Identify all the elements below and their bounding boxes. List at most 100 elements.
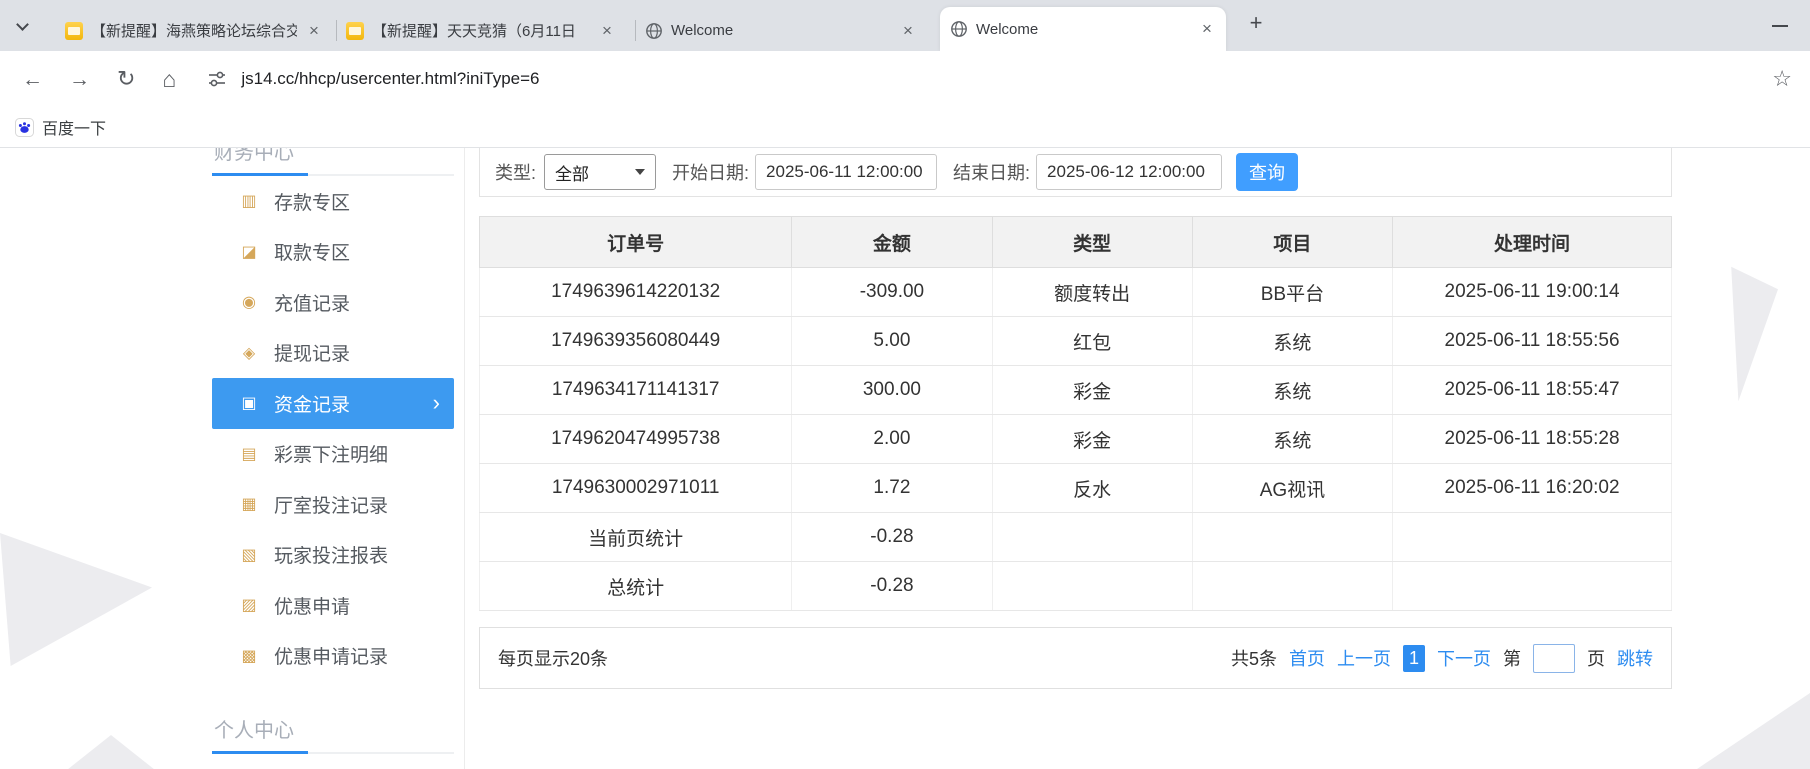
sidebar-item-promo-apply[interactable]: ▨ 优惠申请	[212, 580, 454, 631]
funds-record-table: 订单号 金额 类型 项目 处理时间 1749639614220132 -309.…	[479, 216, 1672, 611]
back-icon[interactable]: ←	[22, 69, 43, 90]
table-cell: 300.00	[792, 366, 992, 415]
sidebar-item-label: 优惠申请记录	[274, 642, 388, 669]
funds-record-icon: ▣	[238, 393, 260, 413]
globe-favicon	[645, 22, 663, 40]
column-header: 订单号	[480, 217, 792, 268]
table-row: 1749634171141317 300.00 彩金 系统 2025-06-11…	[480, 366, 1672, 415]
bookmarks-bar: 百度一下	[0, 107, 1810, 148]
tab-separator	[336, 20, 337, 41]
table-cell	[1192, 513, 1392, 562]
bookmark-star-icon[interactable]: ☆	[1772, 66, 1792, 92]
table-cell	[1393, 513, 1672, 562]
page-jump-input[interactable]	[1533, 644, 1575, 673]
tab-close-icon[interactable]: ×	[899, 22, 917, 40]
new-tab-button[interactable]: +	[1242, 10, 1270, 38]
table-cell: 红包	[992, 317, 1192, 366]
hall-bet-record-icon: ▦	[238, 494, 260, 514]
withdraw-icon: ◪	[238, 242, 260, 262]
sidebar: 财务中心 ▥ 存款专区 ◪ 取款专区 ◉ 充值记录 ◈ 提现记录 ▣ 资金记录 …	[202, 148, 465, 769]
page-jump-link[interactable]: 跳转	[1617, 645, 1653, 671]
promo-record-icon: ▩	[238, 646, 260, 666]
sidebar-item-funds-records[interactable]: ▣ 资金记录 ›	[212, 378, 454, 429]
table-cell: -309.00	[792, 268, 992, 317]
total-count-label: 共5条	[1231, 645, 1277, 671]
sidebar-item-player-bet-report[interactable]: ▧ 玩家投注报表	[212, 530, 454, 581]
tab-separator	[635, 20, 636, 41]
table-cell: -0.28	[792, 562, 992, 611]
pagination-bar: 每页显示20条 共5条 首页 上一页 1 下一页 第 页 跳转	[479, 627, 1672, 689]
sidebar-item-withdraw-zone[interactable]: ◪ 取款专区	[212, 227, 454, 278]
table-row: 1749639614220132 -309.00 额度转出 BB平台 2025-…	[480, 268, 1672, 317]
sidebar-item-hall-bet-records[interactable]: ▦ 厅室投注记录	[212, 479, 454, 530]
sidebar-item-label: 彩票下注明细	[274, 440, 388, 467]
table-cell: 2025-06-11 18:55:56	[1393, 317, 1672, 366]
page-viewport: 财务中心 ▥ 存款专区 ◪ 取款专区 ◉ 充值记录 ◈ 提现记录 ▣ 资金记录 …	[0, 148, 1810, 769]
main-content: 类型: 全部 开始日期: 2025-06-11 12:00:00 结束日期: 2…	[479, 148, 1672, 689]
table-cell: 系统	[1192, 317, 1392, 366]
home-icon[interactable]: ⌂	[162, 68, 176, 91]
column-header: 项目	[1192, 217, 1392, 268]
sidebar-item-withdrawal-records[interactable]: ◈ 提现记录	[212, 328, 454, 379]
sidebar-item-label: 存款专区	[274, 188, 350, 215]
table-cell	[992, 562, 1192, 611]
start-date-input[interactable]: 2025-06-11 12:00:00	[755, 154, 937, 190]
table-cell: 1749634171141317	[480, 366, 792, 415]
sidebar-item-deposit-zone[interactable]: ▥ 存款专区	[212, 176, 454, 227]
decorative-triangle	[1697, 693, 1810, 769]
sidebar-item-label: 提现记录	[274, 339, 350, 366]
table-cell: 2025-06-11 18:55:28	[1393, 415, 1672, 464]
forward-icon[interactable]: →	[69, 69, 90, 90]
tab-close-icon[interactable]: ×	[598, 22, 616, 40]
type-select[interactable]: 全部	[544, 154, 656, 190]
search-button[interactable]: 查询	[1236, 153, 1298, 191]
mail-favicon	[65, 22, 83, 40]
tab-title: 【新提醒】海燕策略论坛综合交	[91, 20, 297, 41]
globe-favicon	[950, 20, 968, 38]
table-cell: 2.00	[792, 415, 992, 464]
table-cell: 系统	[1192, 415, 1392, 464]
prev-page-link[interactable]: 上一页	[1337, 645, 1391, 671]
table-cell	[1393, 562, 1672, 611]
sidebar-section-personal: 个人中心	[212, 707, 454, 754]
browser-tab-active[interactable]: Welcome ×	[940, 7, 1226, 51]
table-cell: 1749630002971011	[480, 464, 792, 513]
sidebar-item-label: 资金记录	[274, 390, 350, 417]
first-page-link[interactable]: 首页	[1289, 645, 1325, 671]
end-date-input[interactable]: 2025-06-12 12:00:00	[1036, 154, 1222, 190]
table-cell: 2025-06-11 19:00:14	[1393, 268, 1672, 317]
table-cell: 系统	[1192, 366, 1392, 415]
table-cell: 总统计	[480, 562, 792, 611]
tab-close-icon[interactable]: ×	[1198, 20, 1216, 38]
type-select-value: 全部	[555, 160, 589, 185]
sidebar-item-label: 取款专区	[274, 238, 350, 265]
bookmark-item-baidu[interactable]: 百度一下	[15, 115, 106, 139]
site-settings-icon[interactable]	[206, 68, 228, 90]
select-caret-icon	[635, 169, 645, 175]
next-page-link[interactable]: 下一页	[1437, 645, 1491, 671]
table-row: 1749630002971011 1.72 反水 AG视讯 2025-06-11…	[480, 464, 1672, 513]
table-cell: 1749639356080449	[480, 317, 792, 366]
browser-tab[interactable]: 【新提醒】天天竞猜（6月11日 ×	[336, 10, 626, 51]
lottery-bet-detail-icon: ▤	[238, 444, 260, 464]
sidebar-item-lottery-bet-details[interactable]: ▤ 彩票下注明细	[212, 429, 454, 480]
minimize-button[interactable]	[1772, 25, 1788, 27]
column-header: 类型	[992, 217, 1192, 268]
sidebar-item-promo-apply-records[interactable]: ▩ 优惠申请记录	[212, 631, 454, 682]
table-cell: 反水	[992, 464, 1192, 513]
browser-tab[interactable]: 【新提醒】海燕策略论坛综合交 ×	[55, 10, 333, 51]
decorative-triangle	[0, 533, 152, 666]
refresh-icon[interactable]: ↻	[117, 68, 135, 90]
bookmark-label: 百度一下	[42, 115, 106, 139]
sidebar-item-recharge-records[interactable]: ◉ 充值记录	[212, 277, 454, 328]
browser-tab[interactable]: Welcome ×	[635, 10, 927, 51]
address-bar-url[interactable]: js14.cc/hhcp/usercenter.html?iniType=6	[241, 69, 539, 89]
player-bet-report-icon: ▧	[238, 545, 260, 565]
tab-search-button[interactable]	[14, 16, 34, 36]
page-jump-prefix: 第	[1503, 645, 1521, 671]
filter-bar: 类型: 全部 开始日期: 2025-06-11 12:00:00 结束日期: 2…	[479, 148, 1672, 197]
current-page-badge[interactable]: 1	[1403, 645, 1425, 672]
decorative-triangle	[60, 735, 162, 769]
tab-close-icon[interactable]: ×	[305, 22, 323, 40]
table-cell: 5.00	[792, 317, 992, 366]
